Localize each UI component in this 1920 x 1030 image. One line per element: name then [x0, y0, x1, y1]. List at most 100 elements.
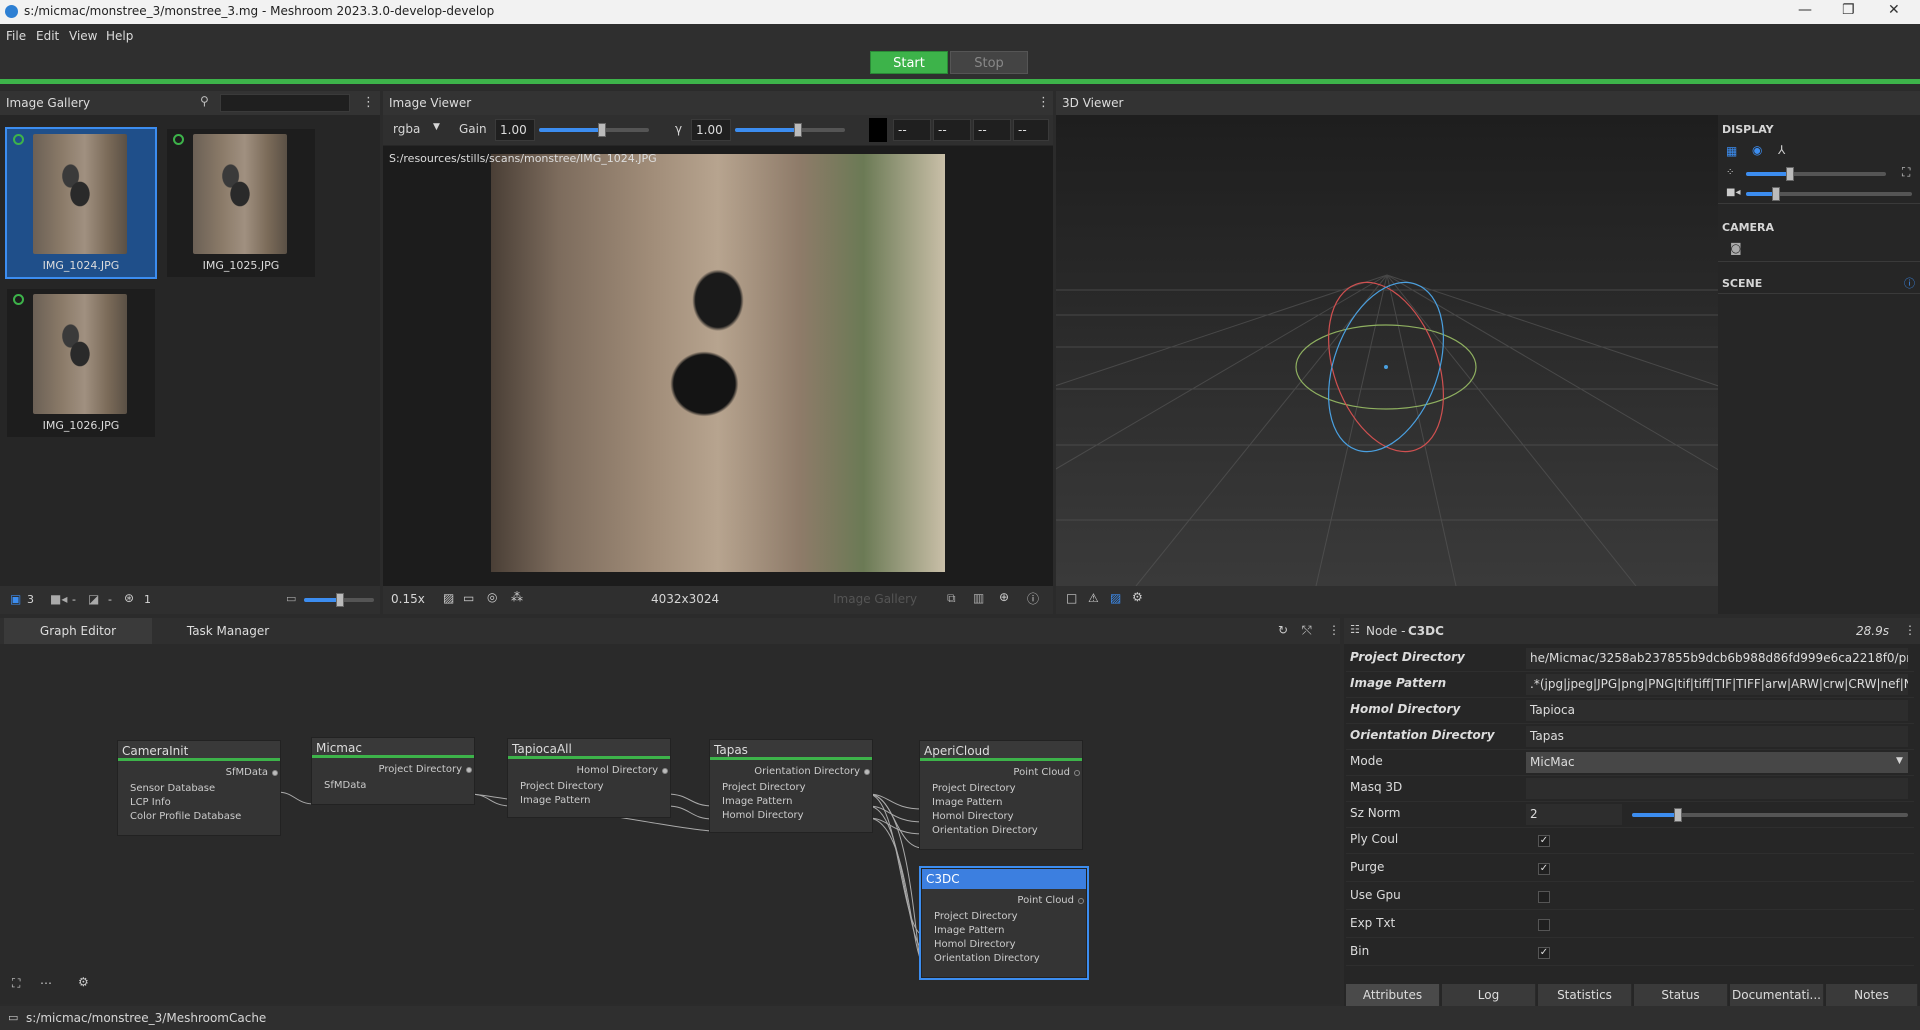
wireframe-icon[interactable]: ▨	[1110, 591, 1121, 605]
node-micmac[interactable]: Micmac Project Directory SfMData	[311, 737, 475, 805]
tab-notes[interactable]: Notes	[1826, 984, 1918, 1006]
tab-documentation[interactable]: Documentati...	[1730, 984, 1824, 1006]
gizmo-icon[interactable]: ◉	[1752, 143, 1762, 157]
gamma-field[interactable]: 1.00	[691, 119, 731, 141]
project-directory-field[interactable]: he/Micmac/3258ab237855b9dcb6b988d86fd999…	[1526, 648, 1908, 669]
gallery-thumbnail[interactable]: IMG_1024.JPG	[5, 127, 157, 279]
graph-settings-icon[interactable]: ⚙	[78, 975, 89, 989]
image-icon[interactable]: ▣	[10, 592, 21, 606]
features-icon[interactable]: ⁂	[511, 590, 523, 604]
display-heading: DISPLAY	[1722, 123, 1774, 136]
output-pin[interactable]	[1074, 770, 1080, 776]
tab-graph-editor[interactable]: Graph Editor	[4, 618, 152, 644]
camera-icon[interactable]: ■◂	[50, 592, 67, 606]
chevron-down-icon[interactable]: ▼	[433, 122, 440, 132]
camera-scale-slider[interactable]	[1746, 187, 1912, 201]
masq3d-field[interactable]	[1526, 778, 1908, 799]
node-camerainit[interactable]: CameraInit SfMData Sensor Database LCP I…	[117, 740, 281, 836]
menu-help[interactable]: Help	[106, 29, 133, 43]
point-size-slider[interactable]	[1746, 167, 1886, 181]
menu-view[interactable]: View	[69, 29, 97, 43]
gamma-slider[interactable]	[735, 123, 845, 137]
gain-field[interactable]: 1.00	[495, 119, 535, 141]
settings-icon[interactable]: ⚙	[1132, 590, 1143, 604]
output-pin[interactable]	[272, 770, 278, 776]
gallery-footer: ▣ 3 ■◂ - ◪ - ⊛ 1 ▭	[0, 586, 380, 614]
gallery-search-input[interactable]	[220, 94, 350, 112]
bbox-icon[interactable]: □	[1066, 591, 1077, 605]
viewer-menu-icon[interactable]: ⋮	[1037, 95, 1050, 110]
layout-icon[interactable]: ⋯	[40, 976, 52, 990]
minimize-icon[interactable]: —	[1798, 2, 1812, 18]
globe-icon[interactable]: ⊕	[999, 590, 1009, 604]
tab-statistics[interactable]: Statistics	[1538, 984, 1632, 1006]
tab-attributes[interactable]: Attributes	[1346, 984, 1440, 1006]
chevron-down-icon[interactable]: ▼	[1896, 756, 1903, 766]
lens-icon[interactable]: ◎	[487, 590, 497, 604]
image-resolution: 4032x3024	[651, 592, 720, 606]
use-gpu-checkbox[interactable]	[1538, 891, 1550, 903]
orientation-directory-field[interactable]: Tapas	[1526, 726, 1908, 747]
grid-icon[interactable]: ▦	[1726, 144, 1737, 158]
compare-icon[interactable]: ⧉	[947, 591, 956, 606]
3d-canvas[interactable]	[1056, 115, 1718, 586]
fit-graph-icon[interactable]: ⛶	[12, 976, 20, 991]
histogram-icon[interactable]: ▥	[973, 591, 984, 605]
start-button[interactable]: Start	[870, 51, 948, 74]
menu-edit[interactable]: Edit	[36, 29, 59, 43]
mask-icon[interactable]: ◪	[88, 592, 99, 606]
fit-view-icon[interactable]: ⛶	[1902, 165, 1910, 180]
menu-file[interactable]: File	[6, 29, 26, 43]
hatch-icon[interactable]: ▨	[443, 591, 454, 605]
compute-time: 28.9s	[1856, 624, 1889, 638]
graph-editor-panel: Graph Editor Task Manager ↻ ⤲ ⋮ CameraIn…	[0, 618, 1340, 1004]
gain-slider[interactable]	[539, 123, 649, 137]
scene-info-icon[interactable]: ⓘ	[1904, 275, 1915, 291]
graph-menu-icon[interactable]: ⋮	[1328, 623, 1340, 637]
mode-select[interactable]: MicMac	[1526, 752, 1908, 773]
gallery-thumbnail[interactable]: IMG_1026.JPG	[7, 289, 155, 437]
channel-select[interactable]: rgba	[393, 122, 420, 136]
node-tapas[interactable]: Tapas Orientation Directory Project Dire…	[709, 739, 873, 833]
image-pattern-field[interactable]: .*(jpg|jpeg|JPG|png|PNG|tif|tiff|TIF|TIF…	[1526, 674, 1908, 695]
node-apericloud[interactable]: AperiCloud Point Cloud Project Directory…	[919, 740, 1083, 850]
output-pin[interactable]	[662, 768, 668, 774]
info-icon[interactable]: ⓘ	[1027, 590, 1039, 607]
points-size-icon: ⁘	[1726, 167, 1735, 178]
tab-log[interactable]: Log	[1442, 984, 1536, 1006]
sz-norm-slider[interactable]	[1632, 808, 1908, 822]
node-c3dc[interactable]: C3DC Point Cloud Project Directory Image…	[919, 866, 1089, 980]
stop-button[interactable]: Stop	[950, 51, 1028, 74]
inspector-menu-icon[interactable]: ⋮	[1904, 623, 1916, 637]
folder-icon[interactable]: ▭	[8, 1011, 18, 1024]
output-pin[interactable]	[466, 767, 472, 773]
unlink-icon[interactable]: ⤲	[1302, 623, 1312, 638]
node-input: Project Directory	[934, 911, 1018, 922]
warning-icon[interactable]: ⚠	[1088, 591, 1099, 605]
gallery-menu-icon[interactable]: ⋮	[362, 95, 375, 110]
sz-norm-field[interactable]: 2	[1526, 804, 1622, 825]
thumbnail-image	[33, 294, 127, 414]
homol-directory-field[interactable]: Tapioca	[1526, 700, 1908, 721]
gallery-thumbnail[interactable]: IMG_1025.JPG	[167, 129, 315, 277]
refresh-icon[interactable]: ↻	[1278, 623, 1288, 637]
thumbnail-size-slider[interactable]	[304, 593, 374, 607]
node-input: Orientation Directory	[932, 825, 1038, 836]
exp-txt-checkbox[interactable]	[1538, 919, 1550, 931]
intrinsics-icon[interactable]: ⊛	[124, 591, 134, 605]
node-tapiocaall[interactable]: TapiocaAll Homol Directory Project Direc…	[507, 738, 671, 818]
bin-checkbox[interactable]: ✓	[1538, 947, 1550, 959]
output-pin[interactable]	[1078, 898, 1084, 904]
output-pin[interactable]	[864, 769, 870, 775]
purge-checkbox[interactable]: ✓	[1538, 863, 1550, 875]
frame-icon[interactable]: ▭	[463, 591, 474, 605]
close-icon[interactable]: ✕	[1888, 2, 1900, 18]
image-canvas[interactable]: S:/resources/stills/scans/monstree/IMG_1…	[383, 146, 1053, 586]
camera-snapshot-icon[interactable]: ◙	[1730, 241, 1742, 255]
progress-bar	[0, 79, 1920, 84]
ply-coul-checkbox[interactable]: ✓	[1538, 835, 1550, 847]
maximize-icon[interactable]: ❐	[1842, 2, 1855, 18]
tab-status[interactable]: Status	[1634, 984, 1728, 1006]
tab-task-manager[interactable]: Task Manager	[156, 618, 300, 644]
axis-icon[interactable]: ⅄	[1778, 143, 1785, 157]
